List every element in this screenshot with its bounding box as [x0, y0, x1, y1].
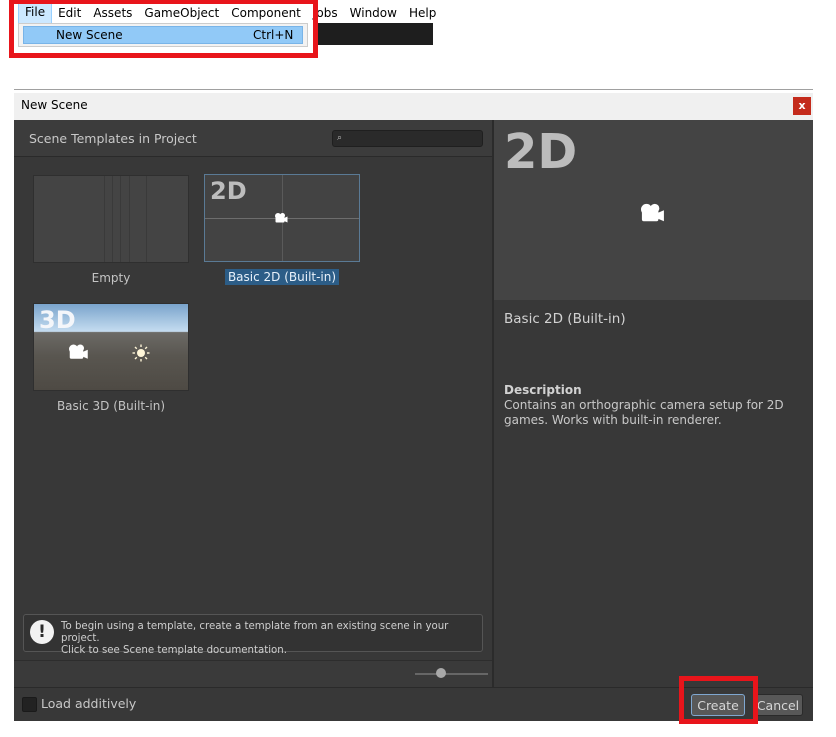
- templates-header: Scene Templates in Project ⌕: [14, 120, 492, 157]
- menu-jobs[interactable]: Jobs: [307, 3, 344, 23]
- window-title: New Scene: [21, 98, 88, 112]
- camera-icon: [69, 344, 88, 359]
- search-icon: ⌕: [337, 133, 343, 143]
- load-additively-label: Load additively: [41, 696, 137, 711]
- template-preview: 2D: [494, 120, 813, 300]
- info-text: To begin using a template, create a temp…: [61, 621, 449, 656]
- dialog-footer: Load additively Create Cancel: [14, 687, 813, 721]
- zoom-slider-handle[interactable]: [436, 668, 447, 678]
- create-button[interactable]: Create: [691, 694, 745, 716]
- new-scene-dialog: Scene Templates in Project ⌕ Empty 2D Ba…: [14, 120, 813, 721]
- zoom-slider-area: [14, 660, 492, 688]
- menu-edit[interactable]: Edit: [52, 3, 87, 23]
- menu-bar: File Edit Assets GameObject Component Jo…: [18, 2, 442, 24]
- background-strip: [318, 23, 433, 45]
- close-button[interactable]: x: [793, 97, 811, 115]
- template-thumbnail: 3D: [33, 303, 189, 391]
- cancel-button[interactable]: Cancel: [753, 694, 803, 716]
- load-additively-checkbox[interactable]: [22, 697, 37, 712]
- thumbnail-label: 3D: [39, 306, 76, 334]
- template-label: Basic 2D (Built-in): [204, 269, 360, 285]
- menu-item-new-scene[interactable]: New Scene Ctrl+N: [23, 26, 303, 44]
- description-heading: Description: [504, 383, 582, 397]
- menu-component[interactable]: Component: [225, 3, 307, 23]
- screen: File Edit Assets GameObject Component Jo…: [0, 0, 836, 737]
- templates-panel: Scene Templates in Project ⌕ Empty 2D Ba…: [14, 120, 492, 688]
- preview-label: 2D: [504, 124, 578, 180]
- info-bar-documentation[interactable]: ! To begin using a template, create a te…: [23, 614, 483, 656]
- divider: [14, 89, 813, 90]
- details-panel: 2D Basic 2D (Built-in) Description Conta…: [494, 120, 813, 687]
- templates-header-title: Scene Templates in Project: [29, 131, 197, 146]
- menu-gameobject[interactable]: GameObject: [138, 3, 225, 23]
- menu-window[interactable]: Window: [344, 3, 403, 23]
- window-title-bar: New Scene x: [14, 93, 813, 120]
- thumbnail-label: 2D: [210, 177, 247, 205]
- menu-item-shortcut: Ctrl+N: [253, 28, 294, 42]
- search-input[interactable]: ⌕: [332, 130, 483, 147]
- menu-file[interactable]: File: [18, 2, 53, 24]
- template-thumbnail: [33, 175, 189, 263]
- menu-assets[interactable]: Assets: [87, 3, 138, 23]
- template-label: Empty: [91, 271, 131, 285]
- menu-item-label: New Scene: [56, 28, 123, 42]
- template-label: Basic 3D (Built-in): [56, 399, 166, 413]
- info-icon: !: [30, 620, 54, 644]
- menu-help[interactable]: Help: [403, 3, 442, 23]
- zoom-slider-track[interactable]: [415, 673, 488, 675]
- sun-icon: [132, 344, 150, 362]
- template-thumbnail: 2D: [204, 174, 360, 262]
- description-text: Contains an orthographic camera setup fo…: [504, 398, 784, 427]
- file-dropdown-menu: New Scene Ctrl+N: [18, 23, 308, 47]
- camera-icon: [275, 213, 288, 223]
- template-title: Basic 2D (Built-in): [504, 311, 626, 327]
- camera-icon: [641, 203, 664, 222]
